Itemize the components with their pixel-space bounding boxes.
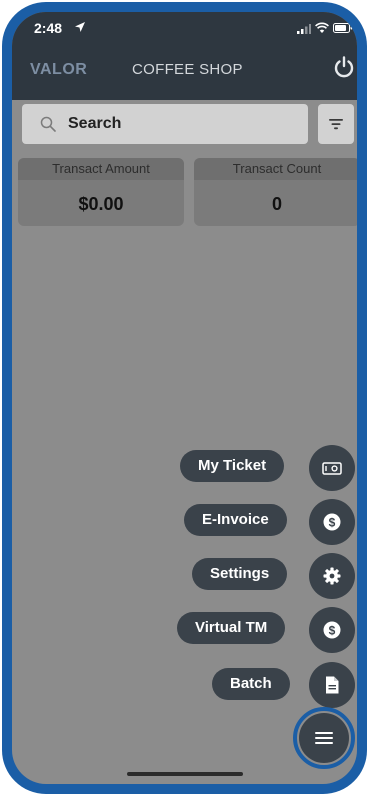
home-indicator (127, 772, 243, 776)
filter-icon (329, 119, 343, 130)
my-ticket-fab[interactable] (309, 445, 355, 491)
valor-logo: VALOR (30, 61, 87, 77)
e-invoice-fab[interactable]: $ (309, 499, 355, 545)
e-invoice-button[interactable]: E-Invoice (184, 504, 287, 536)
settings-button[interactable]: Settings (192, 558, 288, 590)
cellular-signal-icon (297, 24, 311, 34)
dollar-circle-icon: $ (323, 621, 341, 639)
svg-text:$: $ (329, 623, 336, 637)
status-time: 2:48 (34, 20, 63, 36)
app-screen: 2:48 VALOR COFFEE SHOP Search Transact A… (12, 12, 357, 784)
transact-amount-value: $0.00 (78, 194, 124, 214)
transact-amount-card: Transact Amount $0.00 (18, 158, 184, 226)
document-icon (326, 676, 339, 694)
gear-icon (323, 567, 341, 585)
power-icon[interactable] (332, 55, 356, 79)
svg-text:VALOR: VALOR (30, 61, 87, 77)
transact-count-card: Transact Count 0 (194, 158, 357, 226)
filter-button[interactable] (318, 104, 354, 144)
transact-amount-label: Transact Amount (18, 158, 184, 180)
menu-icon (315, 732, 333, 744)
app-header: 2:48 VALOR COFFEE SHOP (12, 12, 357, 100)
transact-count-label: Transact Count (194, 158, 357, 180)
dollar-circle-icon: $ (323, 513, 341, 531)
battery-icon (333, 23, 353, 33)
ticket-icon (322, 462, 342, 475)
location-arrow-icon (75, 22, 85, 32)
search-placeholder: Search (68, 115, 122, 132)
settings-fab[interactable] (309, 553, 355, 599)
svg-text:$: $ (329, 515, 336, 529)
wifi-icon (315, 22, 329, 33)
search-icon (40, 116, 56, 132)
virtual-tm-fab[interactable]: $ (309, 607, 355, 653)
transact-count-value: 0 (271, 194, 282, 214)
phone-frame: 2:48 VALOR COFFEE SHOP Search Transact A… (2, 2, 367, 794)
search-input[interactable]: Search (22, 104, 308, 144)
virtual-tm-button[interactable]: Virtual TM (177, 612, 286, 644)
batch-fab[interactable] (309, 662, 355, 708)
shop-name: COFFEE SHOP (132, 61, 243, 78)
menu-toggle-button[interactable] (299, 713, 349, 763)
my-ticket-button[interactable]: My Ticket (180, 450, 285, 482)
batch-button[interactable]: Batch (212, 668, 290, 700)
